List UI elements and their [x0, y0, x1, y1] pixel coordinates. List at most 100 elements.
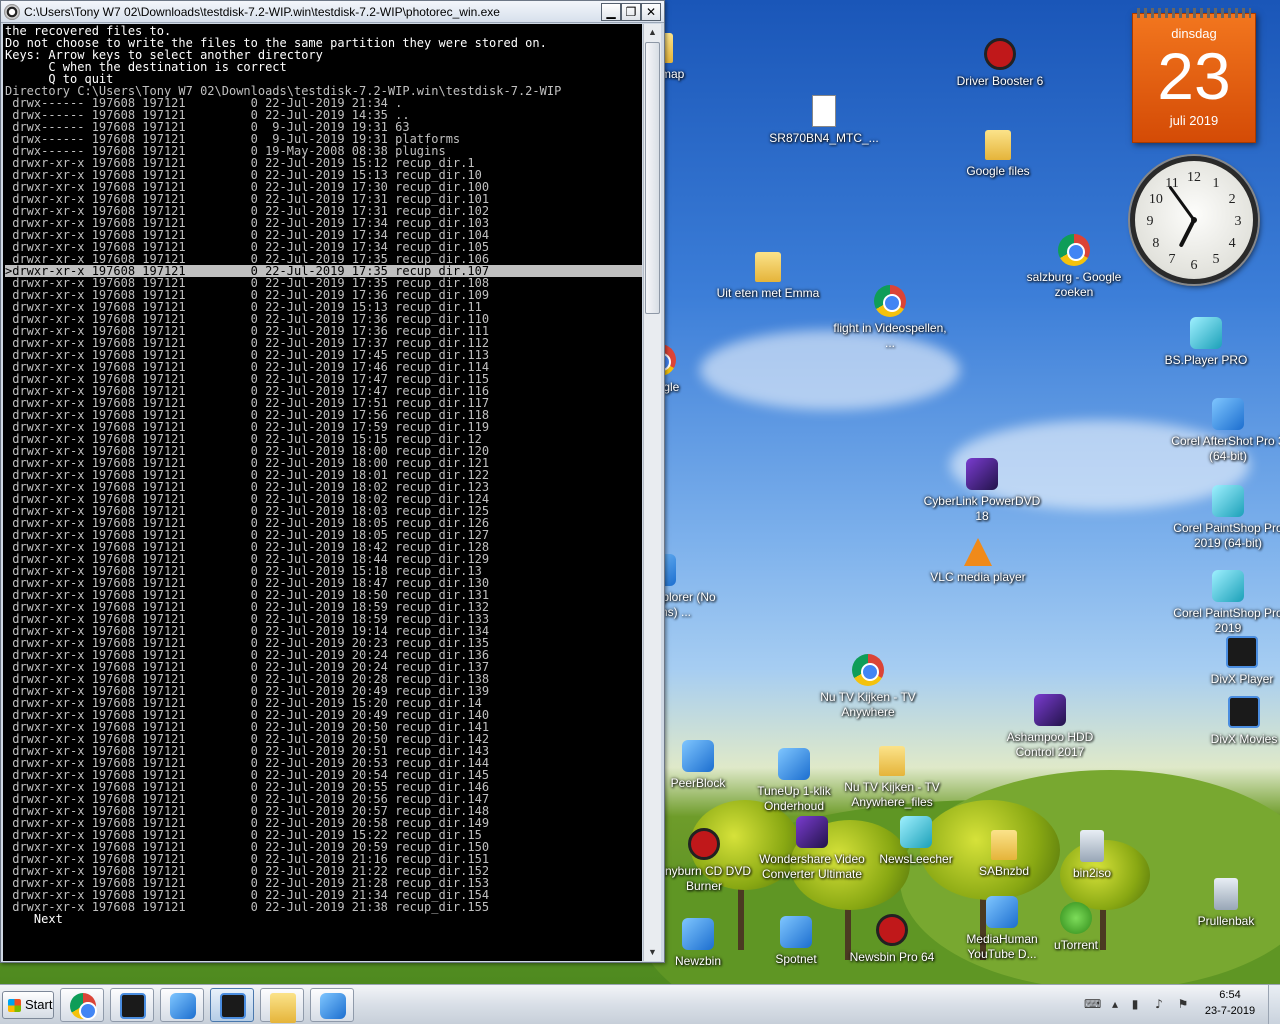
vlc-icon[interactable]: VLC media player — [918, 538, 1038, 585]
newzbin-glyph — [682, 918, 714, 950]
divx-movies-icon[interactable]: DivX Movies — [1184, 696, 1280, 747]
network-signal-icon[interactable]: ▮ — [1128, 997, 1142, 1011]
divx-player-icon[interactable]: DivX Player — [1182, 636, 1280, 687]
calendar-day: 23 — [1157, 39, 1231, 113]
chrome-icon[interactable]: flight in Videospellen, ... — [830, 285, 950, 351]
close-button[interactable]: ✕ — [641, 3, 661, 21]
system-monitor-icon — [120, 993, 146, 1019]
clock-minute-hand — [1168, 186, 1196, 222]
scroll-thumb[interactable] — [645, 42, 660, 314]
taskbar: Start ⌨ ▴ ▮ ♪ ⚑ 6:54 23-7-2019 — [0, 984, 1280, 1024]
newsbin-icon[interactable]: Newsbin Pro 64 — [832, 914, 952, 965]
chrome-icon[interactable]: salzburg - Google zoeken — [1014, 234, 1134, 300]
icon-label: Nu TV Kijken - TV Anywhere — [820, 690, 916, 719]
vlc-cone-glyph — [964, 538, 992, 566]
driver-booster-icon[interactable]: Driver Booster 6 — [940, 38, 1060, 89]
volume-icon[interactable]: ♪ — [1152, 997, 1166, 1011]
chrome-glyph — [874, 285, 906, 317]
clock-numeral: 4 — [1229, 236, 1236, 251]
clock-numeral: 8 — [1152, 236, 1159, 251]
paintshop-glyph — [1212, 570, 1244, 602]
keyboard-icon[interactable]: ⌨ — [1084, 997, 1101, 1011]
aftershot-icon[interactable]: Corel AfterShot Pro 3 (64-bit) — [1168, 398, 1280, 464]
outlook-taskbar-button[interactable] — [160, 988, 204, 1022]
newsbin-glyph — [876, 914, 908, 946]
mediahuman-glyph — [986, 896, 1018, 928]
folder-glyph — [879, 746, 905, 776]
scroll-up-arrow-icon[interactable]: ▲ — [644, 24, 661, 41]
console-output[interactable]: the recovered files to. Do not choose to … — [3, 24, 642, 961]
clock-numeral: 12 — [1187, 170, 1201, 185]
icon-label: Prullenbak — [1197, 914, 1255, 928]
chrome-icon[interactable]: Nu TV Kijken - TV Anywhere — [808, 654, 928, 720]
bin2iso-icon[interactable]: bin2iso — [1032, 830, 1152, 881]
photorec-taskbar-button[interactable] — [210, 988, 254, 1022]
converter-glyph — [796, 816, 828, 848]
document-glyph — [812, 95, 836, 127]
clock-gadget[interactable]: 1 2 3 4 5 6 7 8 9 10 11 12 — [1130, 156, 1258, 284]
recycle-bin-glyph — [1214, 878, 1238, 910]
icon-label: Corel AfterShot Pro 3 (64-bit) — [1171, 434, 1280, 463]
clock-time[interactable]: 6:54 — [1202, 989, 1258, 1001]
peerblock-glyph — [682, 740, 714, 772]
icon-label: Corel PaintShop Pro 2019 — [1173, 606, 1280, 635]
paintshop-icon[interactable]: Corel PaintShop Pro 2019 — [1168, 570, 1280, 636]
minimize-button[interactable]: ▁ — [601, 3, 621, 21]
clock-numeral: 9 — [1147, 214, 1154, 229]
folder-icon[interactable]: Uit eten met Emma — [708, 252, 828, 301]
outlook-icon — [170, 993, 196, 1019]
utorrent-icon[interactable]: uTorrent — [1016, 902, 1136, 953]
show-desktop-button[interactable] — [1268, 985, 1280, 1024]
icon-label: Uit eten met Emma — [716, 286, 820, 300]
ashampoo-glyph — [1034, 694, 1066, 726]
chrome-taskbar-button[interactable] — [60, 988, 104, 1022]
explorer-taskbar-button[interactable] — [260, 988, 304, 1023]
clock-date[interactable]: 23-7-2019 — [1198, 1005, 1262, 1017]
window-title: C:\Users\Tony W7 02\Downloads\testdisk-7… — [24, 5, 500, 19]
bsplayer-icon[interactable]: BS.Player PRO — [1146, 317, 1266, 368]
paintshop-icon[interactable]: Corel PaintShop Pro 2019 (64-bit) — [1168, 485, 1280, 551]
powerdvd-icon[interactable]: CyberLink PowerDVD 18 — [922, 458, 1042, 524]
document-file-icon[interactable]: SR870BN4_MTC_... — [764, 95, 884, 146]
video-converter-icon[interactable]: Wondershare Video Converter Ultimate — [752, 816, 872, 882]
driver-booster-glyph — [984, 38, 1016, 70]
clock-numeral: 7 — [1169, 252, 1176, 267]
maximize-button[interactable]: ❐ — [621, 3, 641, 21]
calendar-gadget[interactable]: dinsdag 23 juli 2019 — [1132, 8, 1256, 143]
directory-row[interactable]: drwxr-xr-x 197608 197121 0 22-Jul-2019 2… — [5, 901, 642, 913]
folder-icon[interactable]: Google files — [938, 130, 1058, 179]
windows-logo-icon — [8, 999, 21, 1012]
system-monitor-taskbar-button[interactable] — [110, 988, 154, 1022]
scroll-down-arrow-icon[interactable]: ▼ — [644, 944, 661, 961]
action-center-flag-icon[interactable]: ⚑ — [1176, 997, 1190, 1011]
sabnzbd-glyph — [991, 830, 1017, 860]
vertical-scrollbar[interactable]: ▲ ▼ — [643, 24, 661, 961]
icon-label: Nu TV Kijken - TV Anywhere_files — [844, 780, 940, 809]
icon-label: Wondershare Video Converter Ultimate — [759, 852, 865, 881]
ashampoo-icon[interactable]: Ashampoo HDD Control 2017 — [990, 694, 1110, 760]
clock-hour-hand — [1179, 218, 1196, 247]
title-bar[interactable]: C:\Users\Tony W7 02\Downloads\testdisk-7… — [1, 1, 664, 23]
icon-label: Corel PaintShop Pro 2019 (64-bit) — [1173, 521, 1280, 550]
recycle-bin-icon[interactable]: Prullenbak — [1166, 878, 1280, 929]
chrome-glyph — [852, 654, 884, 686]
network-taskbar-button[interactable] — [310, 988, 354, 1022]
clock-numeral: 10 — [1149, 192, 1163, 207]
folder-icon[interactable]: Nu TV Kijken - TV Anywhere_files — [832, 746, 952, 810]
clock-numeral: 5 — [1213, 252, 1220, 267]
start-button[interactable]: Start — [2, 991, 54, 1019]
show-hidden-icons-icon[interactable]: ▴ — [1108, 997, 1122, 1011]
chrome-glyph — [1058, 234, 1090, 266]
newsleecher-glyph — [900, 816, 932, 848]
spotnet-glyph — [780, 916, 812, 948]
next-page-link: Next — [5, 912, 63, 926]
icon-label: Driver Booster 6 — [956, 74, 1044, 88]
chrome-icon — [70, 993, 97, 1020]
calendar-rings — [1137, 8, 1251, 18]
clock-face: 1234567891011 12 — [1147, 170, 1242, 273]
clock-center-pin — [1191, 217, 1197, 223]
paintshop-glyph — [1212, 485, 1244, 517]
photorec-window[interactable]: C:\Users\Tony W7 02\Downloads\testdisk-7… — [0, 0, 665, 963]
icon-label: flight in Videospellen, ... — [833, 321, 947, 350]
icon-label: bin2iso — [1072, 866, 1112, 880]
